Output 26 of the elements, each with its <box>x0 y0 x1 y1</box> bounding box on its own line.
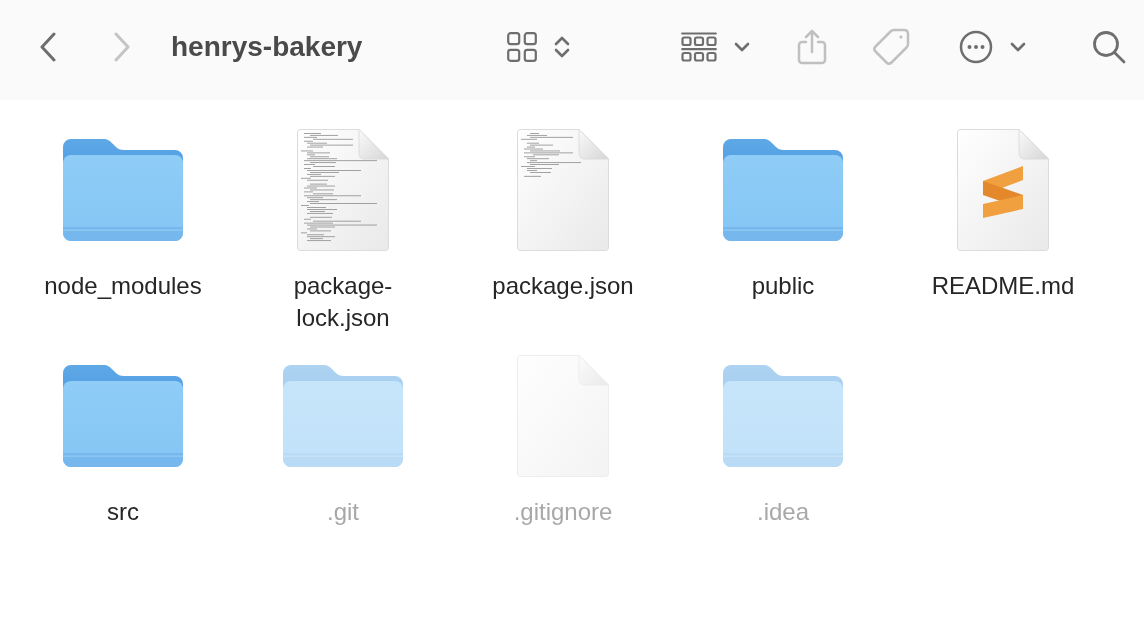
file-name[interactable]: src <box>107 496 139 528</box>
file-name[interactable]: README.md <box>931 270 1075 302</box>
chevron-left-icon <box>39 32 57 62</box>
chevron-updown-icon <box>554 35 570 59</box>
search-icon <box>1092 30 1126 64</box>
file-name[interactable]: node_modules <box>44 270 202 302</box>
folder-icon[interactable] <box>63 365 183 467</box>
ellipsis-circle-icon <box>959 30 993 64</box>
file-name[interactable]: package-lock.json <box>255 270 431 334</box>
window-title: henrys-bakery <box>171 30 363 64</box>
logo-document-icon[interactable] <box>957 129 1049 251</box>
tag-icon <box>872 28 910 66</box>
chevron-down-icon <box>1010 42 1026 52</box>
folder-icon[interactable] <box>63 139 183 241</box>
grouped-grid-icon <box>681 32 717 62</box>
folder-icon[interactable] <box>723 139 843 241</box>
text-document-icon[interactable] <box>297 129 389 251</box>
folder-icon[interactable] <box>283 365 403 467</box>
file-name[interactable]: package.json <box>492 270 634 302</box>
grid-icon <box>507 32 537 62</box>
file-name[interactable]: public <box>751 270 815 302</box>
text-document-icon[interactable] <box>517 129 609 251</box>
chevron-down-icon <box>734 42 750 52</box>
chevron-right-icon <box>113 32 131 62</box>
folder-icon[interactable] <box>723 365 843 467</box>
share-icon <box>797 29 827 65</box>
